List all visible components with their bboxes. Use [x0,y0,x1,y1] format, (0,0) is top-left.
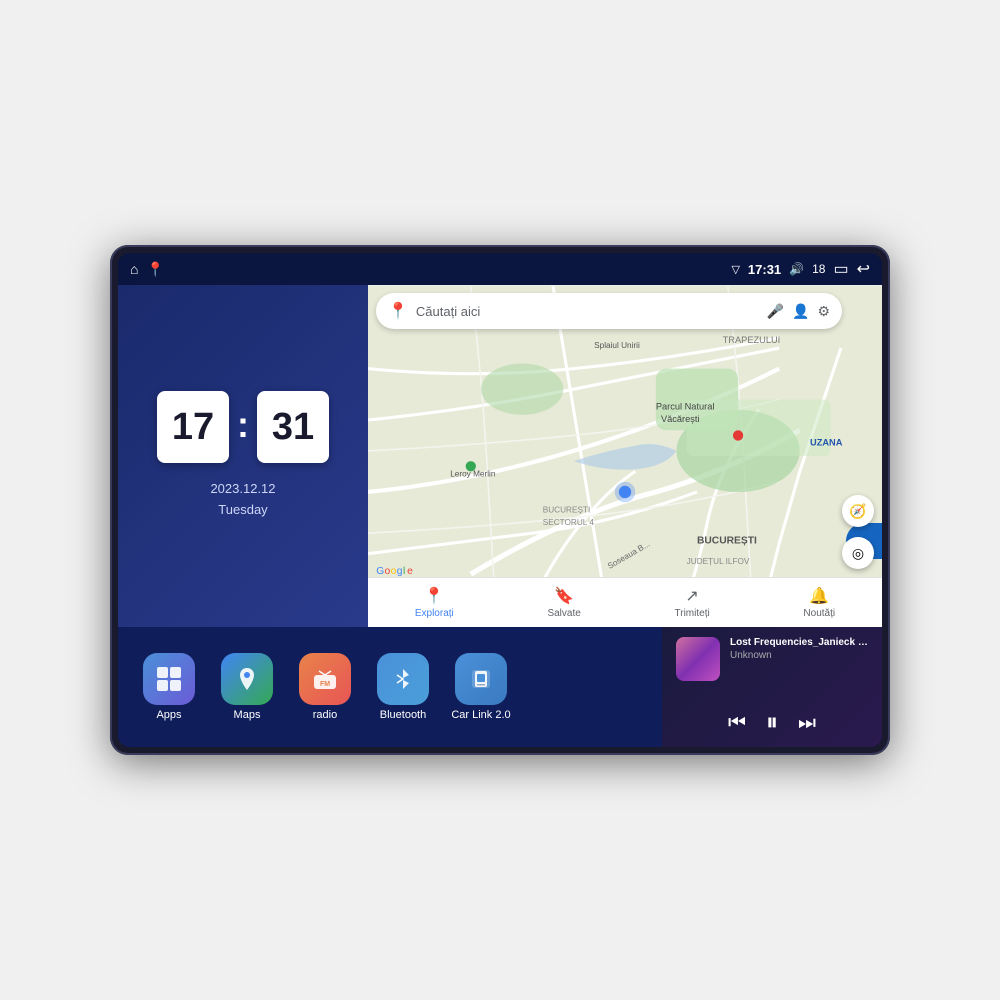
status-left: ⌂ 📍 [130,261,164,278]
clock-date: 2023.12.12 Tuesday [210,479,275,521]
music-info: Lost Frequencies_Janieck Devy-... Unknow… [730,637,868,661]
signal-icon: ▽ [731,263,739,276]
map-pin-icon: 📍 [388,301,408,321]
back-icon[interactable]: ↩ [857,259,870,279]
map-panel[interactable]: 📍 Căutați aici 🎤 👤 ⚙ [368,285,882,627]
carlink-icon [455,653,507,705]
svg-text:TRAPEZULUI: TRAPEZULUI [723,335,781,345]
clock-display: 17 : 31 [157,391,329,463]
home-icon[interactable]: ⌂ [130,261,138,277]
map-bottom-nav: 📍 Explorați 🔖 Salvate ↗ Trimiteți 🔔 [368,577,882,627]
volume-icon: 🔊 [789,262,804,276]
account-icon[interactable]: 👤 [792,303,809,320]
music-prev-button[interactable]: ⏮ [728,712,746,735]
app-item-radio[interactable]: FM radio [290,653,360,721]
app-item-carlink[interactable]: Car Link 2.0 [446,653,516,721]
app-label-carlink: Car Link 2.0 [451,709,510,721]
app-label-apps: Apps [156,709,181,721]
clock-hours: 17 [157,391,229,463]
svg-text:SECTORUL 4: SECTORUL 4 [543,518,595,527]
map-search-input[interactable]: Căutați aici [416,304,759,319]
app-label-maps: Maps [234,709,261,721]
svg-text:e: e [407,566,413,577]
map-background: BERCENI BUCUREȘTI JUDEȚUL ILFOV Parcul N… [368,285,882,627]
car-display: ⌂ 📍 ▽ 17:31 🔊 18 ▭ ↩ 17 : [110,245,890,755]
mic-icon[interactable]: 🎤 [767,303,784,320]
svg-text:G: G [376,566,384,577]
map-nav-saved[interactable]: 🔖 Salvate [547,586,580,619]
compass-button[interactable]: 🧭 [842,495,874,527]
main-content: 17 : 31 2023.12.12 Tuesday 📍 Căutați aic… [118,285,882,747]
battery-icon: ▭ [833,259,848,279]
clock-panel: 17 : 31 2023.12.12 Tuesday [118,285,368,627]
music-next-button[interactable]: ⏭ [798,712,816,735]
music-controls: ⏮ ⏸ ⏭ [676,709,868,737]
maps-status-icon[interactable]: 📍 [146,261,163,278]
music-top: Lost Frequencies_Janieck Devy-... Unknow… [676,637,868,681]
map-search-bar[interactable]: 📍 Căutați aici 🎤 👤 ⚙ [376,293,842,329]
svg-text:Splaiul Unirii: Splaiul Unirii [594,341,640,350]
svg-text:BUCUREȘTI: BUCUREȘTI [697,535,757,546]
svg-text:o: o [391,566,397,577]
explore-icon: 📍 [424,586,444,606]
maps-icon [221,653,273,705]
svg-text:BUCUREȘTI: BUCUREȘTI [543,506,591,515]
clock-minutes: 31 [257,391,329,463]
app-item-maps[interactable]: Maps [212,653,282,721]
radio-icon: FM [299,653,351,705]
time-display: 17:31 [748,262,781,277]
send-icon: ↗ [685,586,698,606]
music-play-button[interactable]: ⏸ [766,709,778,737]
saved-icon: 🔖 [554,586,574,606]
apps-row: Apps Maps [118,627,662,747]
news-icon: 🔔 [809,586,829,606]
map-nav-news[interactable]: 🔔 Noutăți [803,586,835,619]
svg-text:l: l [403,566,405,577]
app-label-radio: radio [313,709,337,721]
app-label-bluetooth: Bluetooth [380,709,426,721]
svg-text:Parcul Natural: Parcul Natural [656,402,715,412]
album-art [676,637,720,681]
svg-text:o: o [384,566,390,577]
status-bar: ⌂ 📍 ▽ 17:31 🔊 18 ▭ ↩ [118,253,882,285]
svg-text:FM: FM [320,681,330,688]
location-button[interactable]: ◎ [842,537,874,569]
bluetooth-icon [377,653,429,705]
bottom-section: Apps Maps [118,627,882,747]
top-section: 17 : 31 2023.12.12 Tuesday 📍 Căutați aic… [118,285,882,627]
volume-level: 18 [812,262,825,276]
music-player: Lost Frequencies_Janieck Devy-... Unknow… [662,627,882,747]
layers-icon[interactable]: ⚙ [817,303,830,320]
svg-text:Văcărești: Văcărești [661,414,700,424]
svg-text:UZANA: UZANA [810,438,843,448]
music-artist: Unknown [730,650,868,661]
screen: ⌂ 📍 ▽ 17:31 🔊 18 ▭ ↩ 17 : [118,253,882,747]
map-nav-explore[interactable]: 📍 Explorați [415,586,454,619]
clock-separator: : [237,404,249,446]
app-item-bluetooth[interactable]: Bluetooth [368,653,438,721]
app-item-apps[interactable]: Apps [134,653,204,721]
music-title: Lost Frequencies_Janieck Devy-... [730,637,868,648]
status-right: ▽ 17:31 🔊 18 ▭ ↩ [731,259,870,279]
svg-text:g: g [397,566,403,577]
map-nav-send[interactable]: ↗ Trimiteți [675,586,710,619]
svg-text:Leroy Merlin: Leroy Merlin [450,470,496,479]
svg-text:JUDEȚUL ILFOV: JUDEȚUL ILFOV [687,557,750,566]
apps-icon [143,653,195,705]
